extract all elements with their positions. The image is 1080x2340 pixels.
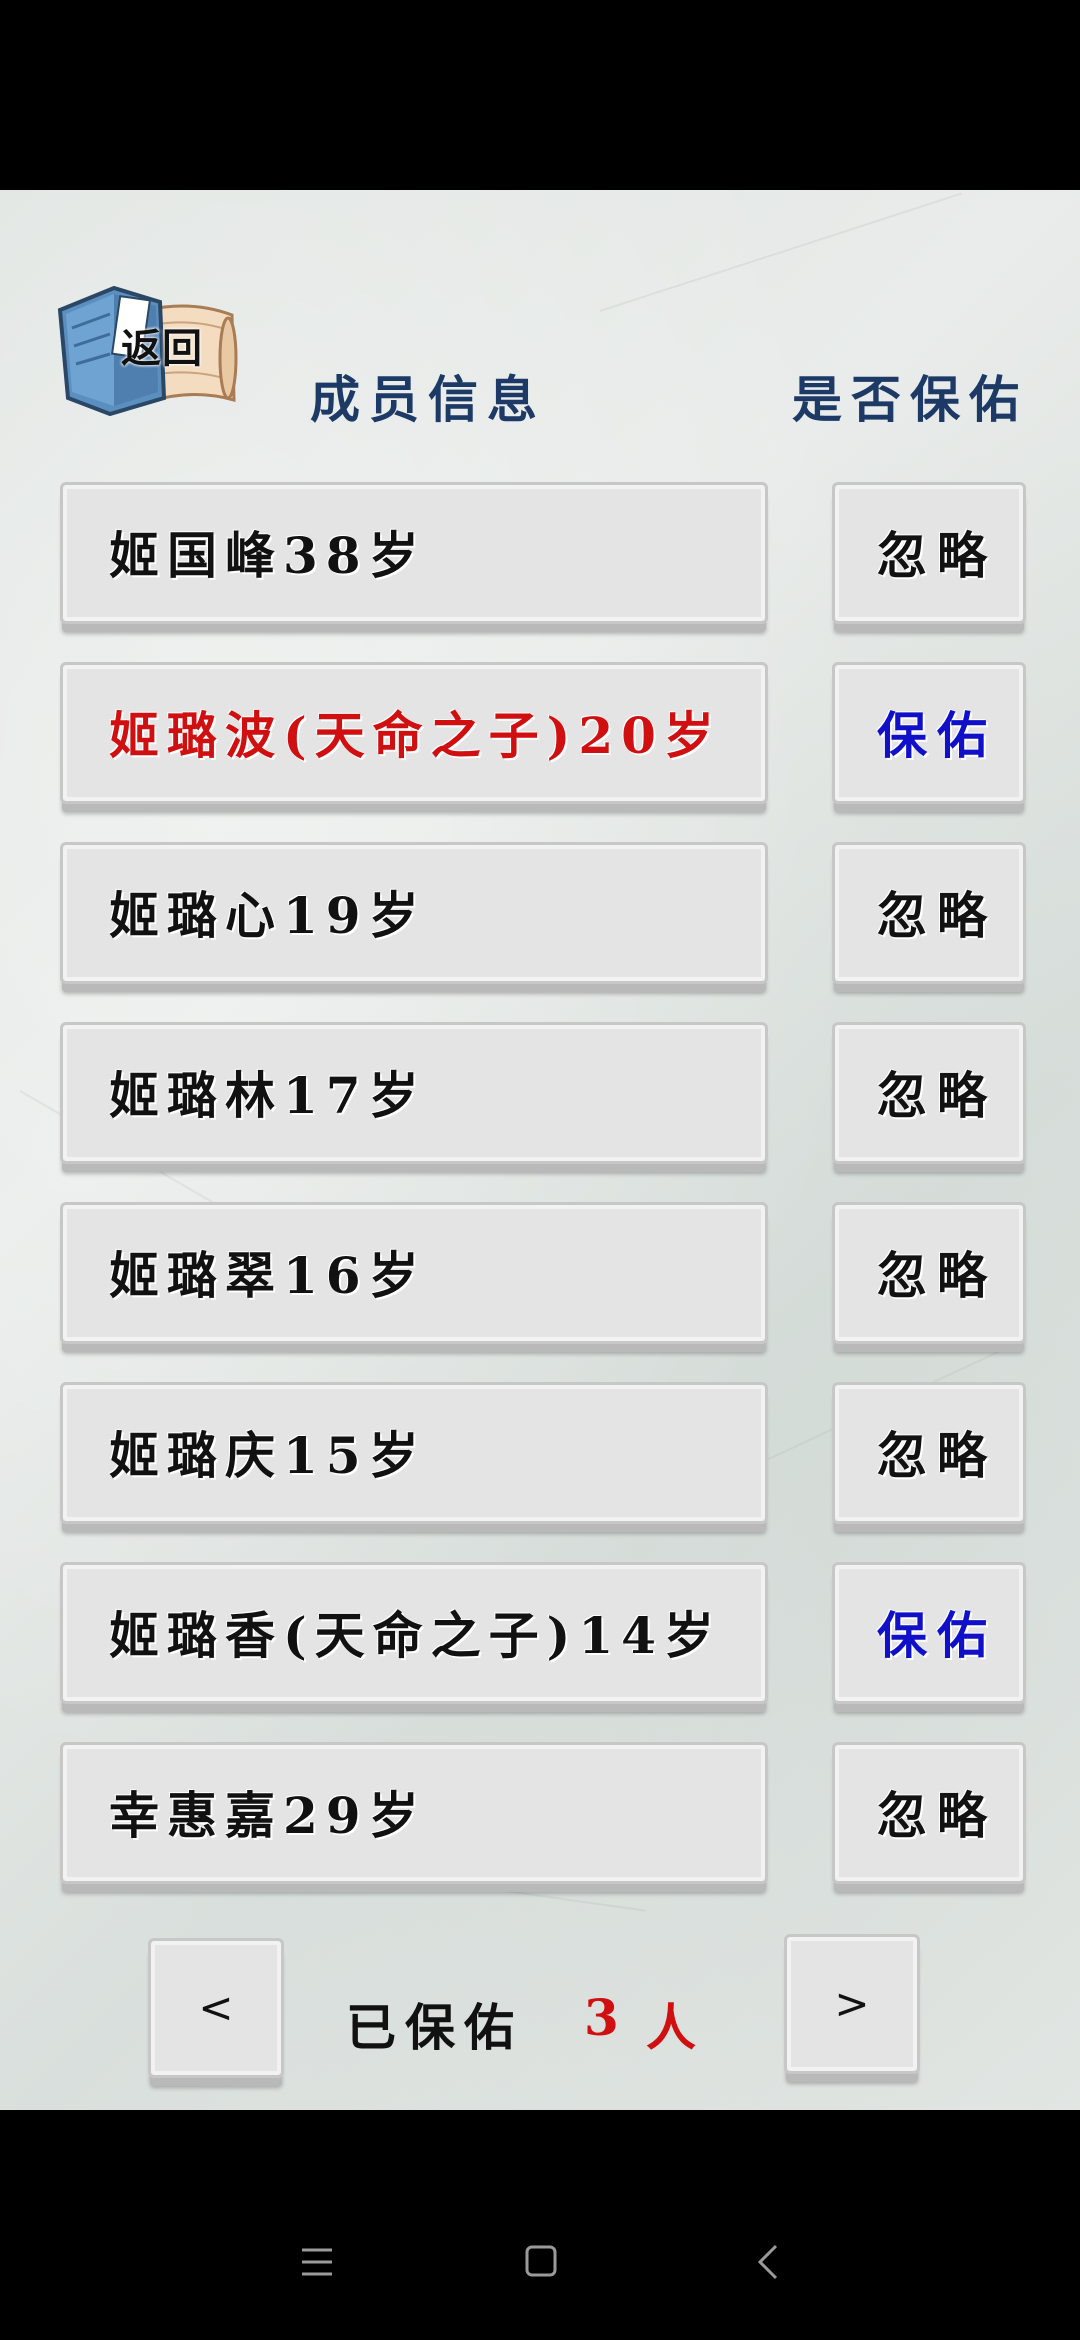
bless-status-label: 忽略 bbox=[877, 1066, 997, 1125]
member-row[interactable]: 姬璐波(天命之子)20岁 bbox=[60, 662, 768, 804]
member-name: 姬璐林17岁 bbox=[109, 1066, 427, 1125]
member-name: 姬璐波(天命之子)20岁 bbox=[109, 706, 722, 765]
bless-toggle-button[interactable]: 保佑 bbox=[832, 1562, 1026, 1704]
prev-page-button[interactable]: < bbox=[148, 1938, 284, 2078]
member-info-header: 成员信息 bbox=[310, 370, 546, 429]
back-icon[interactable] bbox=[756, 2244, 780, 2280]
game-screen: 返回 成员信息 是否保佑 姬国峰38岁 忽略 姬璐波(天命之子)20岁 保佑 姬璐心19… bbox=[0, 190, 1080, 2110]
member-name: 姬璐庆15岁 bbox=[109, 1426, 427, 1485]
member-row[interactable]: 幸惠嘉29岁 bbox=[60, 1742, 768, 1884]
member-name: 幸惠嘉29岁 bbox=[109, 1786, 427, 1845]
member-row[interactable]: 姬璐林17岁 bbox=[60, 1022, 768, 1164]
paper-texture bbox=[599, 192, 962, 312]
blessed-summary-label: 已保佑 bbox=[346, 1998, 523, 2057]
member-name: 姬璐心19岁 bbox=[109, 886, 427, 945]
member-row[interactable]: 姬璐翠16岁 bbox=[60, 1202, 768, 1344]
blessed-count: 3 bbox=[584, 1988, 619, 2047]
bless-status-label: 忽略 bbox=[877, 1426, 997, 1485]
member-name: 姬璐翠16岁 bbox=[109, 1246, 427, 1305]
ignore-toggle-button[interactable]: 忽略 bbox=[832, 1022, 1026, 1164]
member-row[interactable]: 姬璐心19岁 bbox=[60, 842, 768, 984]
back-button[interactable]: 返回 bbox=[52, 280, 242, 420]
member-name: 姬国峰38岁 bbox=[109, 526, 427, 585]
bless-status-label: 忽略 bbox=[877, 886, 997, 945]
bless-status-label: 保佑 bbox=[877, 1606, 997, 1665]
ignore-toggle-button[interactable]: 忽略 bbox=[832, 1202, 1026, 1344]
bless-status-label: 忽略 bbox=[877, 1246, 997, 1305]
status-bar bbox=[0, 0, 1080, 190]
bless-status-label: 忽略 bbox=[877, 1786, 997, 1845]
ignore-toggle-button[interactable]: 忽略 bbox=[832, 1742, 1026, 1884]
home-icon[interactable] bbox=[524, 2244, 558, 2278]
ignore-toggle-button[interactable]: 忽略 bbox=[832, 1382, 1026, 1524]
bless-status-label: 保佑 bbox=[877, 706, 997, 765]
member-row[interactable]: 姬璐庆15岁 bbox=[60, 1382, 768, 1524]
system-navigation-bar bbox=[0, 2110, 1080, 2340]
bless-status-header: 是否保佑 bbox=[792, 370, 1028, 429]
bless-toggle-button[interactable]: 保佑 bbox=[832, 662, 1026, 804]
ignore-toggle-button[interactable]: 忽略 bbox=[832, 482, 1026, 624]
member-name: 姬璐香(天命之子)14岁 bbox=[109, 1606, 722, 1665]
member-row[interactable]: 姬国峰38岁 bbox=[60, 482, 768, 624]
blessed-unit: 人 bbox=[646, 1998, 696, 2057]
next-page-button[interactable]: > bbox=[784, 1934, 920, 2074]
member-row[interactable]: 姬璐香(天命之子)14岁 bbox=[60, 1562, 768, 1704]
bless-status-label: 忽略 bbox=[877, 526, 997, 585]
menu-icon[interactable] bbox=[300, 2246, 334, 2278]
back-label: 返回 bbox=[121, 326, 203, 372]
ignore-toggle-button[interactable]: 忽略 bbox=[832, 842, 1026, 984]
